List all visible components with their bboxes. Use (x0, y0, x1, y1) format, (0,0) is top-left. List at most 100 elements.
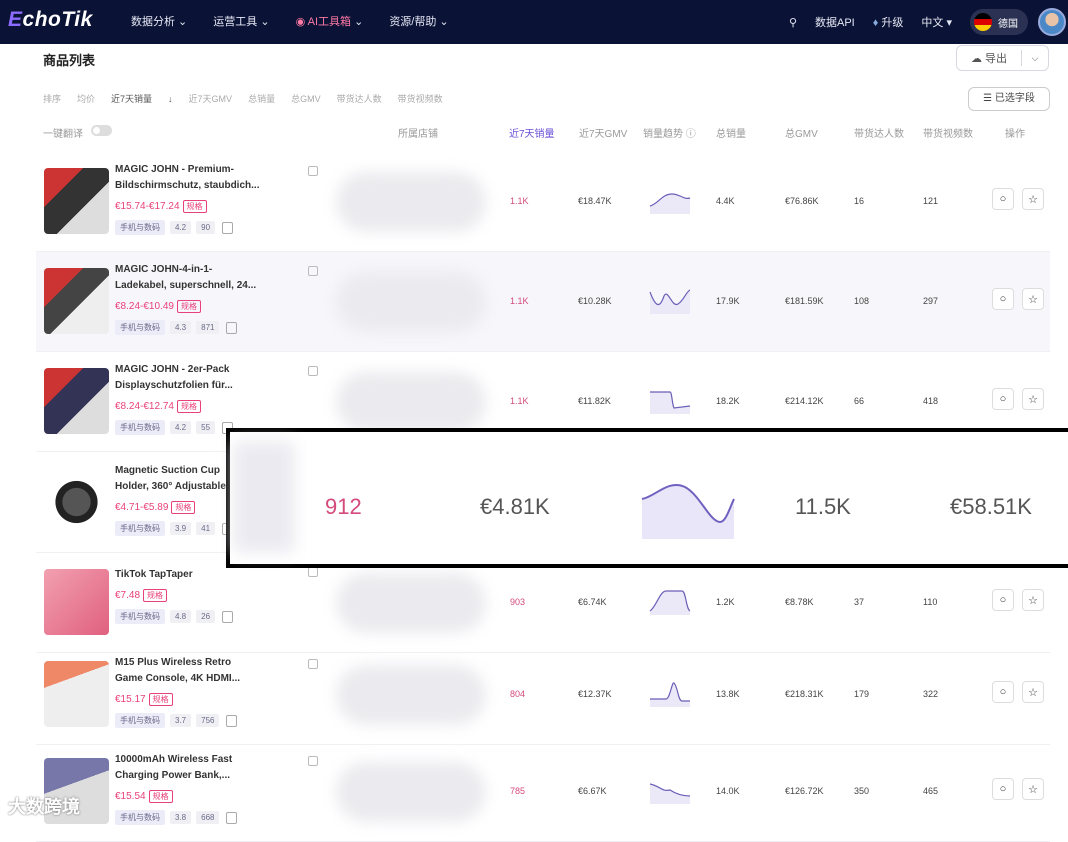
search-icon[interactable]: ○ (992, 388, 1014, 410)
product-thumbnail[interactable] (44, 168, 109, 234)
category-tag[interactable]: 手机与数码 (115, 609, 165, 624)
copy-icon[interactable] (308, 756, 318, 766)
col-videos[interactable]: 带货视频数 (923, 125, 973, 140)
selected-fields-button[interactable]: ☰ 已选字段 (968, 87, 1050, 111)
videos-count: 322 (923, 689, 939, 699)
spec-badge[interactable]: 规格 (148, 693, 173, 706)
total-sales: 13.8K (716, 689, 740, 699)
translate-label: 一键翻译 (43, 129, 83, 140)
table-row: MAGIC JOHN - Premium- Bildschirmschutz, s… (36, 152, 1050, 252)
copy-icon[interactable] (308, 266, 318, 276)
gmv-7d: €6.74K (578, 597, 607, 607)
product-thumbnail[interactable] (44, 368, 109, 434)
gmv-7d: €18.47K (578, 196, 612, 206)
product-name[interactable]: MAGIC JOHN - 2er-Pack Displayschutzfolien… (115, 362, 275, 394)
zoom-gmv-7d: €4.81K (480, 494, 550, 519)
product-name[interactable]: MAGIC JOHN-4-in-1- Ladekabel, superschnel… (115, 262, 275, 294)
product-price: €8.24-€10.49 规格 (115, 300, 201, 313)
search-icon[interactable]: ○ (992, 188, 1014, 210)
trend-sparkline (650, 391, 691, 414)
sort-total-sales[interactable]: 总销量 (248, 92, 275, 105)
country-select[interactable]: 德国 (970, 9, 1028, 35)
sort-gmv-7d[interactable]: 近7天GMV (189, 92, 233, 105)
videos-count: 418 (923, 396, 939, 406)
total-sales: 18.2K (716, 396, 740, 406)
avatar[interactable] (1038, 8, 1066, 36)
rating-tag: 3.8 (170, 811, 192, 824)
category-tag[interactable]: 手机与数码 (115, 420, 165, 435)
col-total-sales[interactable]: 总销量 (716, 125, 746, 140)
col-creators[interactable]: 带货达人数 (854, 125, 904, 140)
chevron-down-icon[interactable]: ⌵ (1022, 53, 1048, 64)
blurred-shop (336, 372, 486, 432)
spec-badge[interactable]: 规格 (176, 400, 201, 413)
search-icon[interactable]: ○ (992, 778, 1014, 800)
product-name[interactable]: TikTok TapTaper (115, 567, 275, 583)
nav-ops-tools[interactable]: 运营工具 ⌄ (213, 13, 269, 29)
upgrade-button[interactable]: ♦ 升级 (873, 14, 904, 30)
product-tags: 手机与数码 3.8 668 (115, 810, 238, 825)
document-icon[interactable] (226, 321, 238, 334)
product-thumbnail[interactable] (44, 268, 109, 334)
total-gmv: €214.12K (785, 396, 824, 406)
document-icon[interactable] (226, 811, 238, 824)
sort-total-gmv[interactable]: 总GMV (291, 92, 321, 105)
product-price: €15.74-€17.24 规格 (115, 200, 207, 213)
search-icon[interactable]: ○ (992, 589, 1014, 611)
sort-creators[interactable]: 带货达人数 (337, 92, 382, 105)
blurred-shop (336, 762, 486, 822)
trend-sparkline (649, 193, 691, 214)
copy-icon[interactable] (308, 366, 318, 376)
nav-data-api[interactable]: 数据API (815, 14, 855, 30)
export-button[interactable]: ☁ 导出 ⌵ (956, 45, 1049, 71)
product-thumbnail[interactable] (44, 569, 109, 635)
star-icon[interactable]: ☆ (1022, 778, 1044, 800)
col-total-gmv[interactable]: 总GMV (785, 125, 818, 140)
nav-data-analysis[interactable]: 数据分析 ⌄ (131, 13, 187, 29)
document-icon[interactable] (222, 610, 234, 623)
product-price: €4.71-€5.89 规格 (115, 501, 196, 514)
product-name[interactable]: MAGIC JOHN - Premium- Bildschirmschutz, s… (115, 162, 275, 194)
col-sales-7d[interactable]: 近7天销量 (509, 125, 555, 140)
spec-badge[interactable]: 规格 (171, 501, 196, 514)
category-tag[interactable]: 手机与数码 (115, 521, 165, 536)
copy-icon[interactable] (308, 567, 318, 577)
product-thumbnail[interactable] (44, 469, 109, 535)
copy-icon[interactable] (308, 166, 318, 176)
nav-resources[interactable]: 资源/帮助 ⌄ (389, 13, 448, 29)
star-icon[interactable]: ☆ (1022, 288, 1044, 310)
sort-videos[interactable]: 带货视频数 (398, 92, 443, 105)
category-tag[interactable]: 手机与数码 (115, 713, 165, 728)
search-icon[interactable]: ○ (992, 681, 1014, 703)
category-tag[interactable]: 手机与数码 (115, 810, 165, 825)
spec-badge[interactable]: 规格 (143, 589, 168, 602)
document-icon[interactable] (226, 714, 238, 727)
product-thumbnail[interactable] (44, 661, 109, 727)
sort-avg-price[interactable]: 均价 (77, 92, 95, 105)
search-icon[interactable]: ○ (992, 288, 1014, 310)
product-name[interactable]: 10000mAh Wireless Fast Charging Power Ban… (115, 752, 275, 784)
star-icon[interactable]: ☆ (1022, 388, 1044, 410)
spec-badge[interactable]: 规格 (148, 790, 173, 803)
videos-count: 465 (923, 786, 939, 796)
blurred-shop (336, 573, 486, 633)
sort-sales-7d[interactable]: 近7天销量 ↓ (111, 92, 173, 105)
product-price: €8.24-€12.74 规格 (115, 400, 201, 413)
product-tags: 手机与数码 3.9 41 (115, 521, 234, 536)
document-icon[interactable] (222, 221, 234, 234)
logo[interactable]: EchoTik (8, 8, 93, 32)
spec-badge[interactable]: 规格 (176, 300, 201, 313)
copy-icon[interactable] (308, 659, 318, 669)
col-gmv-7d[interactable]: 近7天GMV (579, 125, 627, 140)
translate-toggle[interactable] (91, 125, 112, 136)
search-icon[interactable]: ⚲ (789, 16, 797, 29)
category-tag[interactable]: 手机与数码 (115, 220, 165, 235)
product-name[interactable]: M15 Plus Wireless Retro Game Console, 4K … (115, 655, 275, 687)
star-icon[interactable]: ☆ (1022, 589, 1044, 611)
star-icon[interactable]: ☆ (1022, 188, 1044, 210)
language-select[interactable]: 中文 ▾ (921, 14, 952, 30)
spec-badge[interactable]: 规格 (182, 200, 207, 213)
star-icon[interactable]: ☆ (1022, 681, 1044, 703)
category-tag[interactable]: 手机与数码 (115, 320, 165, 335)
nav-ai-toolbox[interactable]: ◉ AI工具箱 ⌄ (296, 13, 364, 29)
